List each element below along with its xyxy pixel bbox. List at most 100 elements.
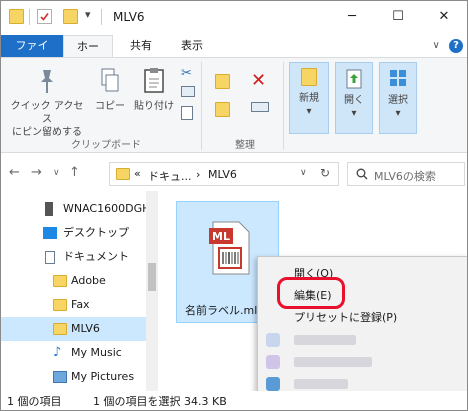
search-placeholder: MLV6の検索 — [374, 170, 436, 183]
breadcrumb-overflow[interactable]: « — [134, 167, 141, 180]
nav-scrollbar-thumb[interactable] — [148, 263, 156, 291]
nav-item-adobe[interactable]: Adobe — [1, 269, 146, 293]
new-label: 新規 — [299, 93, 319, 104]
breadcrumb-separator[interactable]: › — [196, 168, 200, 181]
select-button[interactable]: 選択 ▾ — [379, 68, 417, 120]
title-bar: ▾ MLV6 ─ ☐ ✕ — [1, 1, 467, 35]
nav-item-my-music[interactable]: ♪ My Music — [1, 341, 146, 365]
explorer-window: ▾ MLV6 ─ ☐ ✕ ファイル ホーム 共有 表示 ∨ ? クイック アクセ… — [0, 0, 468, 411]
clipboard-group-label: クリップボード — [71, 140, 141, 151]
nav-item-desktop[interactable]: デスクトップ — [1, 221, 146, 245]
pictures-icon — [53, 371, 67, 383]
navigation-pane: WNAC1600DGH デスクトップ ドキュメント Adobe Fax MLV6… — [1, 191, 158, 391]
blurred-app-icon — [266, 377, 280, 391]
chevron-down-icon: ▾ — [395, 108, 401, 119]
router-icon — [45, 202, 53, 216]
forward-arrow-icon[interactable]: → — [31, 165, 42, 180]
folder-icon — [53, 323, 67, 335]
search-box[interactable]: MLV6の検索 — [347, 162, 465, 186]
copy-to-icon[interactable] — [215, 102, 230, 117]
select-icon — [390, 70, 406, 86]
nav-item-label: ドキュメント — [63, 250, 129, 263]
nav-item-label: My Music — [71, 346, 122, 359]
music-icon: ♪ — [53, 345, 62, 360]
desktop-icon — [43, 227, 57, 239]
open-button[interactable]: 開く ▾ — [335, 68, 373, 120]
pin-quick-access-button[interactable]: クイック アクセス にピン留めする — [7, 66, 87, 139]
tab-file[interactable]: ファイル — [1, 35, 63, 74]
ribbon-tabs: ファイル ホーム 共有 表示 ∨ ? — [1, 35, 467, 75]
ml-file-icon — [209, 221, 250, 275]
new-folder-icon[interactable] — [63, 9, 78, 24]
open-label: 開く — [344, 95, 364, 106]
nav-item-label: Fax — [71, 298, 90, 311]
breadcrumb-documents[interactable]: ドキュ... — [148, 168, 192, 184]
up-arrow-icon[interactable]: ↑ — [69, 165, 80, 180]
divider — [29, 9, 30, 25]
address-dropdown-icon[interactable]: ∨ — [300, 168, 307, 178]
context-menu-preset[interactable]: プリセットに登録(P) — [294, 309, 397, 325]
copy-button[interactable]: コピー — [93, 66, 127, 113]
refresh-icon[interactable]: ↻ — [320, 166, 330, 180]
back-arrow-icon[interactable]: ← — [9, 165, 20, 180]
paste-button[interactable]: 貼り付け — [131, 66, 177, 113]
nav-item-fax[interactable]: Fax — [1, 293, 146, 317]
folder-icon — [53, 299, 67, 311]
nav-item-label: MLV6 — [71, 322, 100, 335]
nav-scrollbar[interactable] — [146, 191, 158, 391]
quick-access-dropdown-icon[interactable]: ▾ — [85, 8, 91, 21]
nav-item-mlv6[interactable]: MLV6 — [1, 317, 146, 341]
blurred-app-icon — [266, 355, 280, 369]
recent-locations-icon[interactable]: ∨ — [53, 168, 60, 178]
blurred-menu-item[interactable] — [294, 357, 372, 367]
blurred-menu-item[interactable] — [294, 335, 356, 345]
status-item-count: 1 個の項目 — [7, 395, 62, 408]
folder-icon — [53, 275, 67, 287]
folder-icon — [9, 9, 24, 24]
edit-highlight-ring — [277, 277, 345, 309]
ribbon-controls: ∨ ? — [432, 39, 463, 53]
open-icon — [346, 69, 362, 89]
ribbon: クイック アクセス にピン留めする コピー 貼り付け ✂ クリップボード ✕ 整… — [1, 57, 467, 153]
new-button[interactable]: 新規 ▾ — [289, 68, 329, 118]
nav-item-my-pictures[interactable]: My Pictures — [1, 365, 146, 389]
tab-view[interactable]: 表示 — [171, 35, 213, 58]
cut-icon[interactable]: ✂ — [181, 66, 192, 81]
delete-icon[interactable]: ✕ — [251, 70, 266, 91]
file-badge: ML — [212, 230, 230, 243]
nav-item-wnac[interactable]: WNAC1600DGH — [1, 197, 146, 221]
window-title: MLV6 — [113, 10, 145, 24]
ribbon-separator — [283, 62, 284, 150]
address-bar[interactable]: « ドキュ... › MLV6 ∨ ↻ — [109, 162, 339, 186]
nav-item-label: My Pictures — [71, 370, 135, 383]
chevron-down-icon: ▾ — [306, 106, 312, 117]
search-icon — [356, 168, 368, 180]
document-icon — [45, 251, 55, 264]
tab-share[interactable]: 共有 — [120, 35, 162, 58]
copy-path-icon[interactable] — [181, 86, 195, 97]
copy-icon — [101, 68, 119, 92]
maximize-button[interactable]: ☐ — [375, 1, 421, 33]
copy-label: コピー — [95, 101, 125, 112]
close-button[interactable]: ✕ — [421, 1, 467, 33]
nav-item-label: WNAC1600DGH — [63, 202, 146, 215]
paste-icon — [144, 68, 164, 93]
organize-group-label: 整理 — [235, 140, 255, 151]
minimize-button[interactable]: ─ — [329, 1, 375, 33]
help-icon[interactable]: ? — [449, 39, 463, 53]
breadcrumb-mlv6[interactable]: MLV6 — [208, 168, 237, 181]
blurred-menu-item[interactable] — [294, 379, 348, 389]
collapse-ribbon-icon[interactable]: ∨ — [432, 40, 439, 51]
status-bar: 1 個の項目 1 個の項目を選択 34.3 KB — [1, 391, 467, 410]
nav-item-documents[interactable]: ドキュメント — [1, 245, 146, 269]
new-icon — [301, 68, 317, 86]
navigation-bar: ← → ∨ ↑ « ドキュ... › MLV6 ∨ ↻ MLV6の検索 — [1, 159, 467, 189]
ribbon-separator — [201, 62, 202, 150]
tab-home[interactable]: ホーム — [63, 35, 113, 75]
paste-label: 貼り付け — [134, 101, 174, 112]
move-to-icon[interactable] — [215, 74, 230, 89]
rename-icon[interactable] — [251, 102, 269, 112]
folder-icon — [116, 168, 130, 180]
properties-icon[interactable] — [37, 9, 52, 24]
paste-shortcut-icon[interactable] — [181, 106, 193, 120]
